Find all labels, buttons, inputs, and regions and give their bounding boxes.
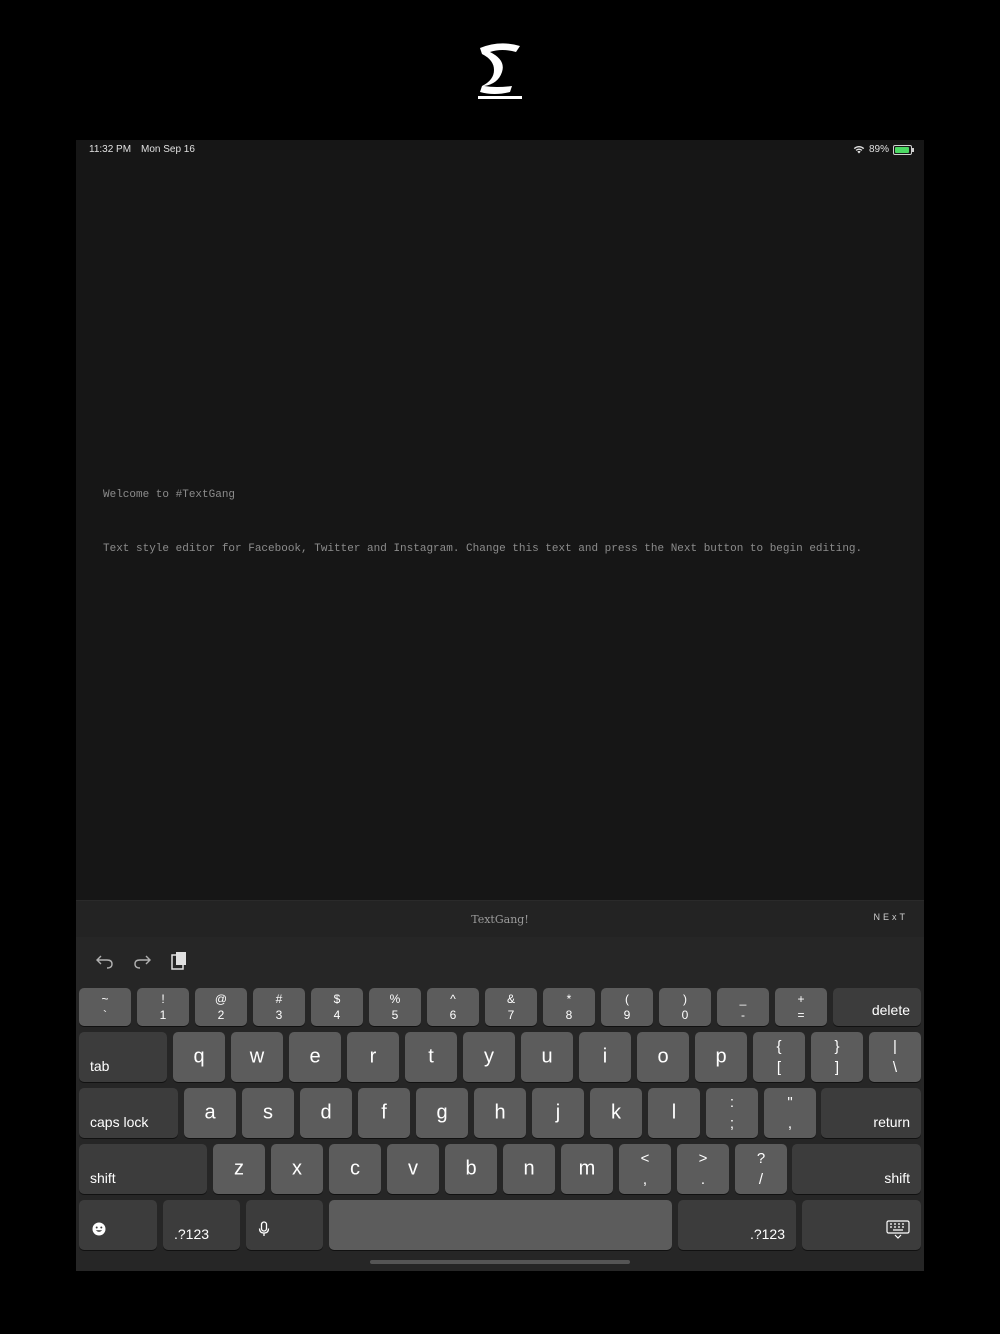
status-right: 89%	[853, 144, 914, 155]
logo-icon	[478, 43, 522, 99]
key-n[interactable]: n	[503, 1144, 555, 1194]
editor-line-welcome: Welcome to #TextGang	[103, 489, 236, 501]
key-g[interactable]: g	[416, 1088, 468, 1138]
status-bar: 11:32 PM Mon Sep 16 89%	[76, 140, 924, 160]
status-time: 11:32 PM	[89, 144, 132, 155]
keyboard: delete tab caps lock return shift shift	[76, 937, 924, 1271]
key-row1-3[interactable]: #3	[253, 988, 305, 1026]
key-row1-9[interactable]: (9	[601, 988, 653, 1026]
key-b[interactable]: b	[445, 1144, 497, 1194]
key-row1-10[interactable]: ) 0	[659, 988, 711, 1026]
emoji-key[interactable]	[79, 1200, 157, 1250]
emoji-icon	[92, 1222, 106, 1241]
microphone-icon	[258, 1221, 270, 1242]
key-row4-sym-1[interactable]: >.	[677, 1144, 729, 1194]
key-m[interactable]: m	[561, 1144, 613, 1194]
key-row4-sym-2[interactable]: ? /	[735, 1144, 787, 1194]
key-y[interactable]: y	[463, 1032, 515, 1082]
key-row3-sym-1[interactable]: ",	[764, 1088, 816, 1138]
key-row1-0[interactable]: ~ `	[79, 988, 131, 1026]
key-a[interactable]: a	[184, 1088, 236, 1138]
keyboard-shortcuts-bar	[76, 937, 924, 985]
hide-keyboard-key[interactable]	[802, 1200, 921, 1250]
key-q[interactable]: q	[173, 1032, 225, 1082]
delete-key[interactable]: delete	[833, 988, 921, 1026]
key-p[interactable]: p	[695, 1032, 747, 1082]
caps-lock-key[interactable]: caps lock	[79, 1088, 178, 1138]
key-r[interactable]: r	[347, 1032, 399, 1082]
battery-icon	[893, 144, 914, 155]
keyboard-dismiss-icon	[886, 1220, 910, 1245]
paste-icon[interactable]	[169, 951, 189, 971]
key-row1-6[interactable]: ^ 6	[427, 988, 479, 1026]
numbers-right-key[interactable]: .?123	[678, 1200, 796, 1250]
key-h[interactable]: h	[474, 1088, 526, 1138]
shift-left-key[interactable]: shift	[79, 1144, 207, 1194]
key-s[interactable]: s	[242, 1088, 294, 1138]
next-button[interactable]: NExT	[874, 912, 909, 922]
key-row2-sym-0[interactable]: {[	[753, 1032, 805, 1082]
key-z[interactable]: z	[213, 1144, 265, 1194]
key-row1-12[interactable]: + =	[775, 988, 827, 1026]
key-k[interactable]: k	[590, 1088, 642, 1138]
key-row1-4[interactable]: $4	[311, 988, 363, 1026]
key-f[interactable]: f	[358, 1088, 410, 1138]
dictation-key[interactable]	[246, 1200, 323, 1250]
key-row1-11[interactable]: _ -	[717, 988, 769, 1026]
key-x[interactable]: x	[271, 1144, 323, 1194]
text-editor[interactable]: Welcome to #TextGang Text style editor f…	[103, 462, 893, 596]
key-row1-7[interactable]: & 7	[485, 988, 537, 1026]
home-indicator	[370, 1260, 630, 1264]
shift-right-key[interactable]: shift	[792, 1144, 921, 1194]
wifi-icon	[853, 146, 865, 154]
space-key[interactable]	[329, 1200, 672, 1250]
key-l[interactable]: l	[648, 1088, 700, 1138]
editor-toolbar: TextGang! NExT	[76, 900, 924, 938]
return-key[interactable]: return	[821, 1088, 921, 1138]
key-j[interactable]: j	[532, 1088, 584, 1138]
key-row1-8[interactable]: * 8	[543, 988, 595, 1026]
app-logo	[450, 38, 550, 108]
key-i[interactable]: i	[579, 1032, 631, 1082]
key-c[interactable]: c	[329, 1144, 381, 1194]
app-screen: 11:32 PM Mon Sep 16 89% Welcome to #Text…	[76, 140, 924, 1271]
toolbar-brand: TextGang!	[471, 913, 529, 926]
key-row2-sym-2[interactable]: | \	[869, 1032, 921, 1082]
key-row4-sym-0[interactable]: <,	[619, 1144, 671, 1194]
numbers-left-key[interactable]: .?123	[163, 1200, 240, 1250]
battery-percent: 89%	[868, 144, 889, 155]
key-u[interactable]: u	[521, 1032, 573, 1082]
editor-line-description: Text style editor for Facebook, Twitter …	[103, 542, 863, 555]
status-date: Mon Sep 16	[141, 144, 195, 155]
key-v[interactable]: v	[387, 1144, 439, 1194]
tab-key[interactable]: tab	[79, 1032, 167, 1082]
key-row1-5[interactable]: % 5	[369, 988, 421, 1026]
key-o[interactable]: o	[637, 1032, 689, 1082]
key-row1-2[interactable]: @2	[195, 988, 247, 1026]
redo-icon[interactable]	[132, 951, 152, 971]
key-e[interactable]: e	[289, 1032, 341, 1082]
key-t[interactable]: t	[405, 1032, 457, 1082]
key-row2-sym-1[interactable]: }]	[811, 1032, 863, 1082]
undo-icon[interactable]	[95, 951, 115, 971]
key-d[interactable]: d	[300, 1088, 352, 1138]
key-row1-1[interactable]: ! 1	[137, 988, 189, 1026]
key-row3-sym-0[interactable]: :;	[706, 1088, 758, 1138]
key-w[interactable]: w	[231, 1032, 283, 1082]
